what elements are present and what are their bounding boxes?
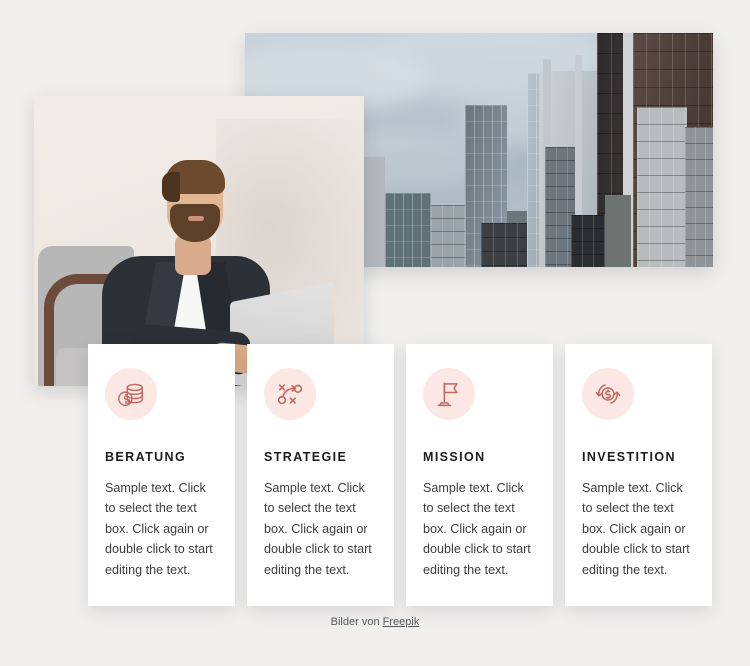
building-shape	[685, 127, 713, 267]
card-description: Sample text. Click to select the text bo…	[264, 481, 372, 577]
building-shape	[385, 193, 431, 267]
dollar-exchange-arrows-icon	[593, 379, 623, 409]
card-title: STRATEGIE	[264, 450, 348, 464]
icon-badge	[264, 368, 316, 420]
card-description: Sample text. Click to select the text bo…	[582, 481, 690, 577]
building-shape	[605, 195, 631, 267]
flag-on-stand-icon	[434, 379, 464, 409]
person-lips	[188, 216, 204, 221]
image-credit: Bilder von Freepik	[0, 616, 750, 628]
icon-badge	[105, 368, 157, 420]
building-shape	[571, 215, 607, 267]
building-shape	[431, 205, 465, 267]
card-description: Sample text. Click to select the text bo…	[105, 481, 213, 577]
page-root: BERATUNG Sample text. Click to select th…	[0, 0, 750, 666]
feature-card-investition[interactable]: INVESTITION Sample text. Click to select…	[565, 344, 712, 606]
freepik-link[interactable]: Freepik	[383, 616, 420, 628]
person-hair-side	[162, 172, 180, 202]
building-shape	[637, 107, 687, 267]
card-title: MISSION	[423, 450, 486, 464]
feature-card-beratung[interactable]: BERATUNG Sample text. Click to select th…	[88, 344, 235, 606]
icon-badge	[423, 368, 475, 420]
coins-stack-dollar-icon	[116, 379, 146, 409]
icon-badge	[582, 368, 634, 420]
businessman-laptop-photo	[34, 96, 364, 386]
card-description: Sample text. Click to select the text bo…	[423, 481, 531, 577]
card-title: BERATUNG	[105, 450, 187, 464]
feature-card-strategie[interactable]: STRATEGIE Sample text. Click to select t…	[247, 344, 394, 606]
feature-card-mission[interactable]: MISSION Sample text. Click to select the…	[406, 344, 553, 606]
strategy-tactics-board-icon	[275, 379, 305, 409]
building-shape	[481, 223, 527, 267]
card-title: INVESTITION	[582, 450, 676, 464]
feature-cards-row: BERATUNG Sample text. Click to select th…	[88, 344, 712, 606]
credit-prefix: Bilder von	[330, 616, 383, 628]
